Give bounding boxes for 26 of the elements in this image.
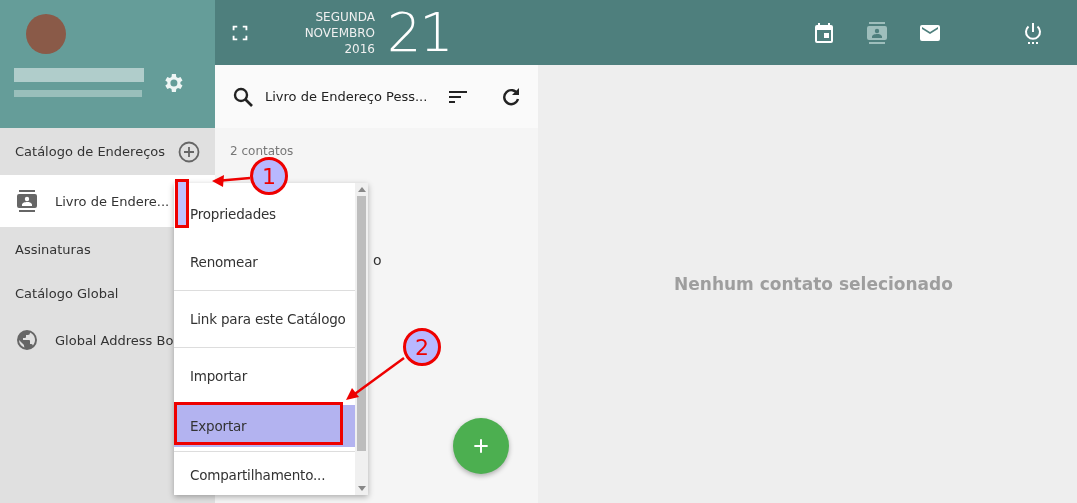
highlight-box xyxy=(175,179,189,228)
arrow xyxy=(346,357,405,400)
add-contact-button[interactable] xyxy=(453,418,509,474)
plus-icon xyxy=(471,436,491,456)
contact-card-icon xyxy=(15,189,39,213)
contact-name[interactable]: o xyxy=(373,252,382,268)
day-number: 21 xyxy=(387,1,452,64)
globe-icon xyxy=(15,328,39,352)
menu-item[interactable]: Exportar xyxy=(174,405,355,447)
section-title: Catálogo de Endereços xyxy=(15,144,166,159)
avatar xyxy=(26,14,66,54)
arrow xyxy=(212,175,251,187)
menu-item[interactable]: Link para este Catálogo xyxy=(174,295,355,343)
menu-item[interactable]: Compartilhamento... xyxy=(174,456,355,494)
empty-message: Nenhum contato selecionado xyxy=(674,274,953,294)
weekday-label: SEGUNDA xyxy=(315,8,375,25)
calendar-icon[interactable] xyxy=(812,20,836,45)
scrollbar[interactable] xyxy=(355,183,368,495)
contact-card-icon[interactable] xyxy=(865,20,889,45)
list-title: Livro de Endereço Pess... xyxy=(265,89,429,104)
menu-item[interactable]: Renomear xyxy=(174,238,355,286)
menu-item[interactable]: Importar xyxy=(174,352,355,400)
add-circle-icon[interactable] xyxy=(177,139,201,164)
month-label: NOVEMBRO xyxy=(304,24,375,41)
contact-count: 2 contatos xyxy=(230,144,294,158)
year-label: 2016 xyxy=(344,40,375,57)
